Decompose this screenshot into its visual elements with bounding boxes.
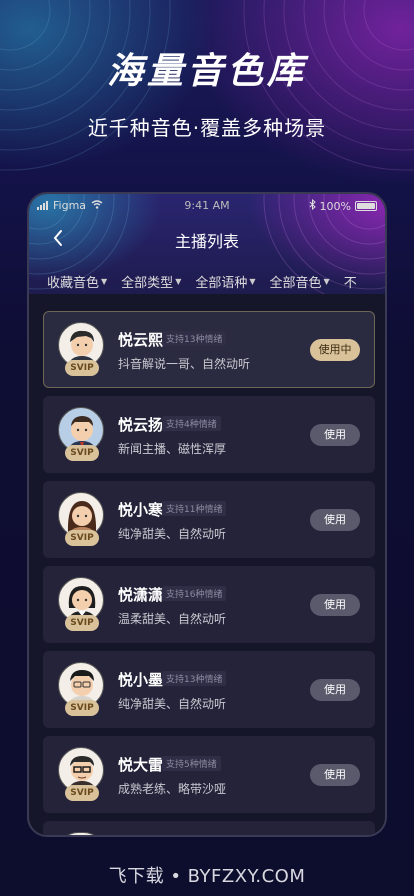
nav-bar: 主播列表 — [29, 222, 385, 254]
voice-name: 悦云熙 — [118, 331, 164, 349]
avatar-group: SVIP — [58, 407, 106, 463]
phone-mockup: Figma 9:41 AM 100% 主播列表 收藏音色 ▼ 全部类型 ▼ 全部语种… — [27, 192, 387, 837]
avatar-group: SVIP — [58, 747, 106, 803]
filter-label: 收藏音色 — [47, 275, 100, 291]
voice-description: 温柔甜美、自然动听 — [118, 612, 227, 626]
voice-card[interactable]: SVIP 悦小墨 支持13种情绪 纯净甜美、自然动听 使用 — [43, 651, 375, 728]
hero-subtitle: 近千种音色·覆盖多种场景 — [87, 116, 327, 140]
filter-label: 全部音色 — [269, 275, 322, 291]
ripple-decoration — [0, 0, 414, 171]
voice-name: 悦云扬 — [118, 416, 164, 434]
in-use-button[interactable]: 使用中 — [310, 339, 360, 361]
avatar-group: SVIP — [58, 322, 106, 378]
svip-badge: SVIP — [65, 445, 99, 461]
svip-badge: SVIP — [65, 360, 99, 376]
emotion-tag: 支持11种情绪 — [162, 501, 227, 516]
voice-description: 成熟老练、略带沙哑 — [118, 782, 227, 796]
caret-down-icon: ▼ — [101, 276, 108, 286]
voice-name: 悦潇潇 — [118, 586, 164, 604]
hero-title: 海量音色库 — [106, 51, 307, 92]
voice-description: 新闻主播、磁性浑厚 — [118, 442, 227, 456]
battery-percent: 100% — [319, 199, 351, 213]
emotion-tag: 支持13种情绪 — [162, 671, 227, 686]
use-button[interactable]: 使用 — [310, 509, 360, 531]
use-button[interactable]: 使用 — [310, 679, 360, 701]
avatar-group: SVIP — [58, 662, 106, 718]
svip-badge: SVIP — [65, 530, 99, 546]
voice-card[interactable]: SVIP 悦潇潇 支持16种情绪 温柔甜美、自然动听 使用 — [43, 566, 375, 643]
bluetooth-icon — [309, 198, 316, 213]
emotion-tag: 支持16种情绪 — [162, 586, 227, 601]
caret-down-icon: ▼ — [175, 276, 182, 286]
emotion-tag: 支持13种情绪 — [162, 331, 227, 346]
caret-down-icon: ▼ — [249, 276, 256, 286]
emotion-tag: 支持5种情绪 — [162, 756, 221, 771]
status-bar: Figma 9:41 AM 100% — [29, 194, 385, 216]
filter-label: 全部语种 — [195, 275, 248, 291]
voice-name: 悦小墨 — [118, 671, 164, 689]
filter-bar: 收藏音色 ▼ 全部类型 ▼ 全部语种 ▼ 全部音色 ▼ 不 — [29, 270, 385, 292]
voice-description: 纯净甜美、自然动听 — [118, 527, 227, 541]
use-button[interactable]: 使用 — [310, 764, 360, 786]
emotion-tag: 支持4种情绪 — [162, 416, 221, 431]
voice-name: 悦大雷 — [118, 756, 164, 774]
caret-down-icon: ▼ — [323, 276, 330, 286]
voice-name: 悦小寒 — [118, 501, 164, 519]
svip-badge: SVIP — [65, 615, 99, 631]
filter-type[interactable]: 全部类型 ▼ — [121, 270, 181, 292]
voice-card[interactable]: SVIP 悦大雷 支持5种情绪 成熟老练、略带沙哑 使用 — [43, 736, 375, 813]
filter-language[interactable]: 全部语种 ▼ — [195, 270, 255, 292]
page-title: 主播列表 — [174, 232, 239, 251]
voice-card[interactable]: SVIP 悦小寒 支持11种情绪 纯净甜美、自然动听 使用 — [43, 481, 375, 558]
voice-card[interactable]: SVIP 悦云扬 支持4种情绪 新闻主播、磁性浑厚 使用 — [43, 396, 375, 473]
filter-label: 全部类型 — [121, 275, 174, 291]
avatar-group: SVIP — [58, 492, 106, 548]
battery-icon — [355, 201, 377, 211]
voice-description: 纯净甜美、自然动听 — [118, 697, 227, 711]
use-button[interactable]: 使用 — [310, 594, 360, 616]
avatar-group: SVIP — [58, 577, 106, 633]
svip-badge: SVIP — [65, 785, 99, 801]
filter-label: 不 — [343, 275, 357, 291]
avatar — [58, 832, 104, 835]
filter-favorites[interactable]: 收藏音色 ▼ — [47, 270, 107, 292]
voice-card-partial[interactable] — [43, 821, 375, 835]
filter-more[interactable]: 不 — [344, 270, 357, 292]
voice-card[interactable]: SVIP 悦云熙 支持13种情绪 抖音解说一哥、自然动听 使用中 — [43, 311, 375, 388]
use-button[interactable]: 使用 — [310, 424, 360, 446]
filter-voice[interactable]: 全部音色 ▼ — [270, 270, 330, 292]
svip-badge: SVIP — [65, 700, 99, 716]
avatar-group — [58, 832, 106, 835]
voice-description: 抖音解说一哥、自然动听 — [118, 357, 251, 371]
watermark-footer: 飞下载 • BYFZXY.COM — [108, 866, 306, 887]
